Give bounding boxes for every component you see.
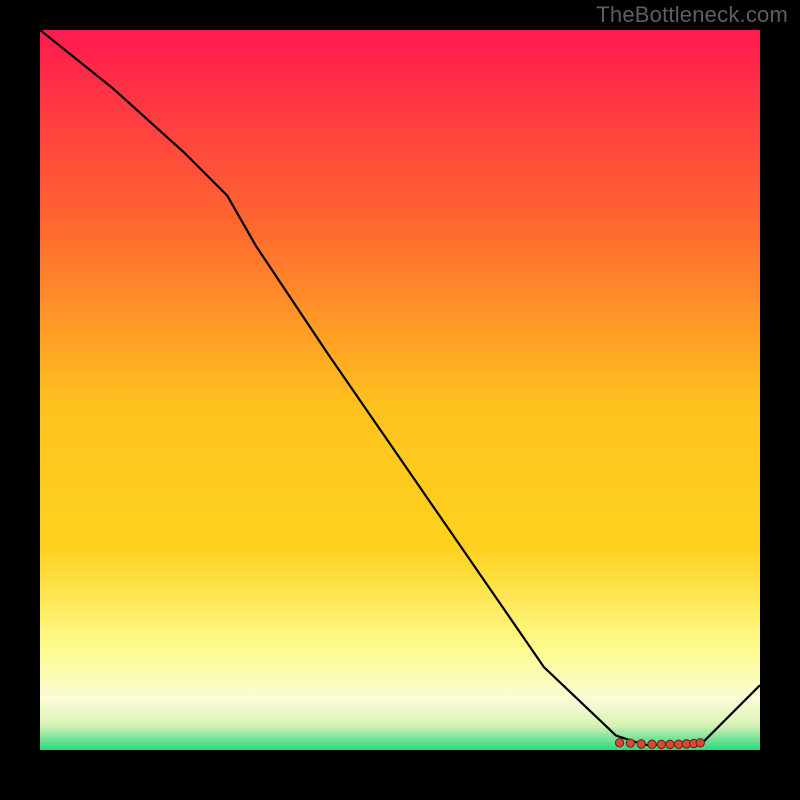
optimum-marker [626,739,634,747]
optimum-marker-cluster [615,739,704,749]
optimum-marker [674,740,682,748]
gradient-background [40,30,760,750]
attribution-text: TheBottleneck.com [596,2,788,28]
optimum-marker [648,740,656,748]
chart-frame: TheBottleneck.com [0,0,800,800]
plot-area [40,30,760,750]
optimum-marker [666,740,674,748]
optimum-marker [696,739,704,747]
optimum-marker [637,740,645,748]
chart-svg [40,30,760,750]
optimum-marker [615,739,623,747]
optimum-marker [657,740,665,748]
